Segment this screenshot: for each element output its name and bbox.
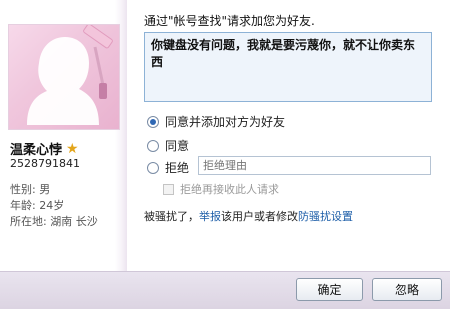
profile-panel: 温柔心悖 ★ 2528791841 性别: 男 年龄: 24岁 所在地: 湖南 … — [0, 0, 127, 271]
option-accept-add-label: 同意并添加对方为好友 — [165, 115, 286, 129]
request-message: 你键盘没有问题，我就是要污蔑你，就不让你卖东西 — [144, 32, 432, 102]
block-requests-label: 拒绝再接收此人请求 — [180, 183, 279, 196]
harassment-prefix: 被骚扰了， — [144, 210, 199, 223]
nickname: 温柔心悖 ★ — [10, 139, 79, 159]
location-info: 所在地: 湖南 长沙 — [10, 215, 98, 228]
ignore-button[interactable]: 忽略 — [372, 278, 442, 301]
avatar-image — [27, 25, 113, 125]
radio-accept[interactable] — [147, 139, 159, 152]
report-link[interactable]: 举报 — [199, 210, 221, 223]
nickname-text: 温柔心悖 — [10, 143, 63, 158]
block-requests-checkbox[interactable] — [163, 183, 174, 195]
radio-accept-add[interactable] — [147, 115, 159, 128]
anti-harassment-settings-link[interactable]: 防骚扰设置 — [298, 210, 353, 223]
radio-reject[interactable] — [147, 161, 159, 174]
option-accept-label: 同意 — [165, 139, 190, 153]
confirm-button[interactable]: 确定 — [296, 278, 363, 301]
avatar[interactable] — [8, 24, 120, 130]
harassment-notice: 被骚扰了，举报该用户或者修改防骚扰设置 — [144, 208, 353, 224]
star-icon: ★ — [66, 140, 79, 157]
age-info: 年龄: 24岁 — [10, 199, 65, 212]
block-requests-option[interactable]: 拒绝再接收此人请求 — [163, 181, 279, 197]
option-accept[interactable]: 同意 — [147, 137, 189, 154]
option-reject-label: 拒绝 — [165, 161, 190, 175]
option-accept-add[interactable]: 同意并添加对方为好友 — [147, 113, 285, 130]
qq-number: 2528791841 — [10, 157, 80, 170]
reject-reason-input[interactable] — [198, 156, 431, 175]
request-title: 通过"帐号查找"请求加您为好友. — [144, 14, 315, 28]
gender-info: 性别: 男 — [10, 183, 51, 196]
option-reject[interactable]: 拒绝 — [147, 159, 189, 176]
harassment-middle: 该用户或者修改 — [221, 210, 298, 223]
